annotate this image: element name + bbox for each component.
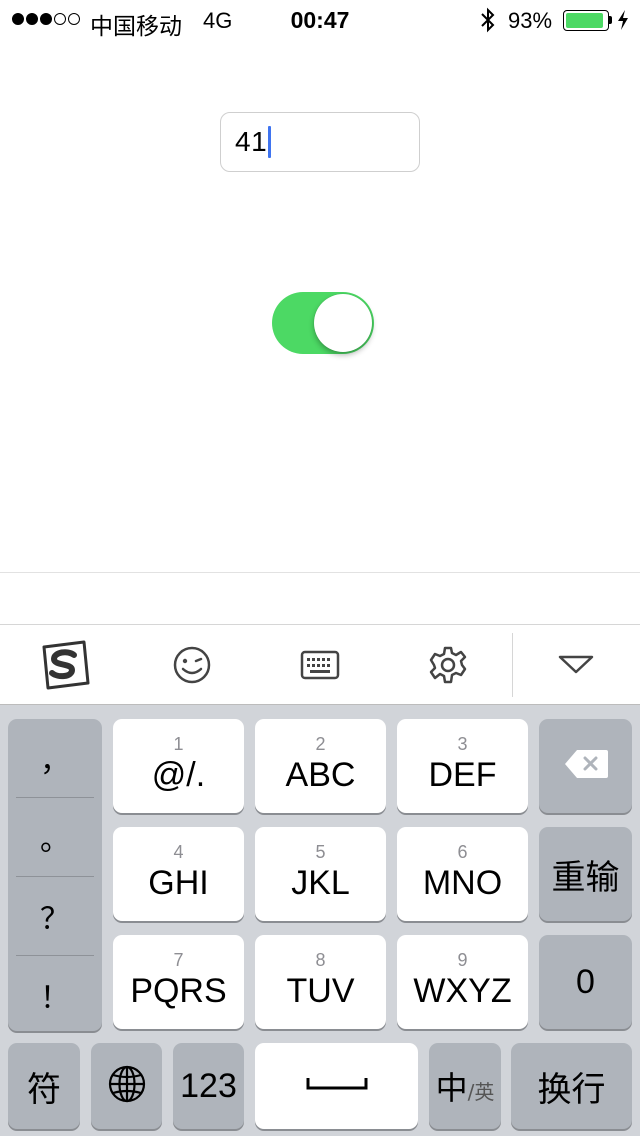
divider (0, 572, 640, 573)
key-letters: DEF (428, 756, 497, 794)
key-5[interactable]: 5 JKL (255, 827, 386, 921)
text-field-value: 41 (235, 126, 268, 157)
punctuation-key-period[interactable]: 。 (8, 798, 102, 876)
numbers-button[interactable]: 123 (173, 1043, 244, 1129)
key-letters: PQRS (130, 972, 227, 1010)
charging-bolt-icon (617, 9, 629, 36)
space-bar[interactable] (255, 1043, 418, 1129)
key-8[interactable]: 8 TUV (255, 935, 386, 1029)
key-letters: WXYZ (413, 972, 512, 1010)
emoji-icon[interactable] (150, 625, 234, 705)
return-button[interactable]: 换行 (511, 1043, 632, 1129)
key-2[interactable]: 2 ABC (255, 719, 386, 813)
toggle-knob (314, 294, 372, 352)
number-text-field[interactable]: 41 (220, 112, 420, 172)
battery-icon (563, 10, 609, 31)
key-letters: MNO (422, 864, 503, 902)
key-0[interactable]: 0 (539, 935, 632, 1029)
punctuation-key-question[interactable]: ？ (8, 877, 102, 955)
hide-keyboard-chevron-icon[interactable] (534, 625, 618, 705)
keyboard-toolbar (0, 624, 640, 704)
retype-button[interactable]: 重输 (539, 827, 632, 921)
key-number: 5 (315, 842, 326, 862)
toolbar-separator (512, 633, 513, 697)
language-toggle-label: 中/英 (436, 1063, 495, 1109)
globe-button[interactable] (91, 1043, 162, 1129)
symbols-button[interactable]: 符 (8, 1043, 80, 1129)
backspace-icon (563, 748, 609, 785)
backspace-button[interactable] (539, 719, 632, 813)
key-7[interactable]: 7 PQRS (113, 935, 244, 1029)
status-bar: 中国移动 4G 00:47 93% (0, 0, 640, 40)
language-toggle-button[interactable]: 中/英 (429, 1043, 501, 1129)
language-toggle-main: 中 (435, 1069, 468, 1107)
key-number: 9 (457, 950, 468, 970)
text-cursor (268, 126, 272, 158)
keyboard-icon[interactable] (278, 625, 362, 705)
space-icon (306, 1076, 368, 1097)
retype-label: 重输 (551, 857, 620, 898)
key-letters: GHI (148, 864, 209, 902)
key-letters: JKL (291, 864, 350, 902)
key-6[interactable]: 6 MNO (397, 827, 528, 921)
numbers-label: 123 (180, 1066, 237, 1105)
key-letters: TUV (286, 972, 355, 1010)
key-3[interactable]: 3 DEF (397, 719, 528, 813)
bluetooth-icon (478, 7, 498, 38)
key-9[interactable]: 9 WXYZ (397, 935, 528, 1029)
battery-tip (609, 16, 612, 24)
battery-percent: 93% (508, 8, 553, 33)
punctuation-key-exclamation[interactable]: ！ (8, 956, 102, 1034)
key-number: 1 (173, 734, 184, 754)
key-1[interactable]: 1 @/. (113, 719, 244, 813)
key-number: 2 (315, 734, 326, 754)
language-toggle-sub: /英 (467, 1080, 495, 1104)
key-4[interactable]: 4 GHI (113, 827, 244, 921)
settings-gear-icon[interactable] (406, 625, 490, 705)
key-number: 4 (173, 842, 184, 862)
sogou-logo-icon[interactable] (22, 625, 106, 705)
key-0-label: 0 (576, 962, 595, 1001)
key-number: 3 (457, 734, 468, 754)
punctuation-column: ， 。 ？ ！ (8, 719, 102, 1031)
toggle-switch[interactable] (272, 292, 374, 354)
return-label: 换行 (537, 1069, 606, 1110)
key-number: 7 (173, 950, 184, 970)
key-letters: @/. (151, 756, 206, 794)
keyboard: ， 。 ？ ！ 1 @/. 2 ABC 3 DEF 4 GHI 5 JKL 6 … (0, 704, 640, 1136)
key-number: 8 (315, 950, 326, 970)
punctuation-key-comma[interactable]: ， (8, 719, 102, 797)
key-letters: ABC (285, 756, 356, 794)
symbols-label: 符 (27, 1069, 61, 1110)
globe-icon (107, 1064, 147, 1109)
battery-level-fill (566, 13, 604, 28)
key-number: 6 (457, 842, 468, 862)
